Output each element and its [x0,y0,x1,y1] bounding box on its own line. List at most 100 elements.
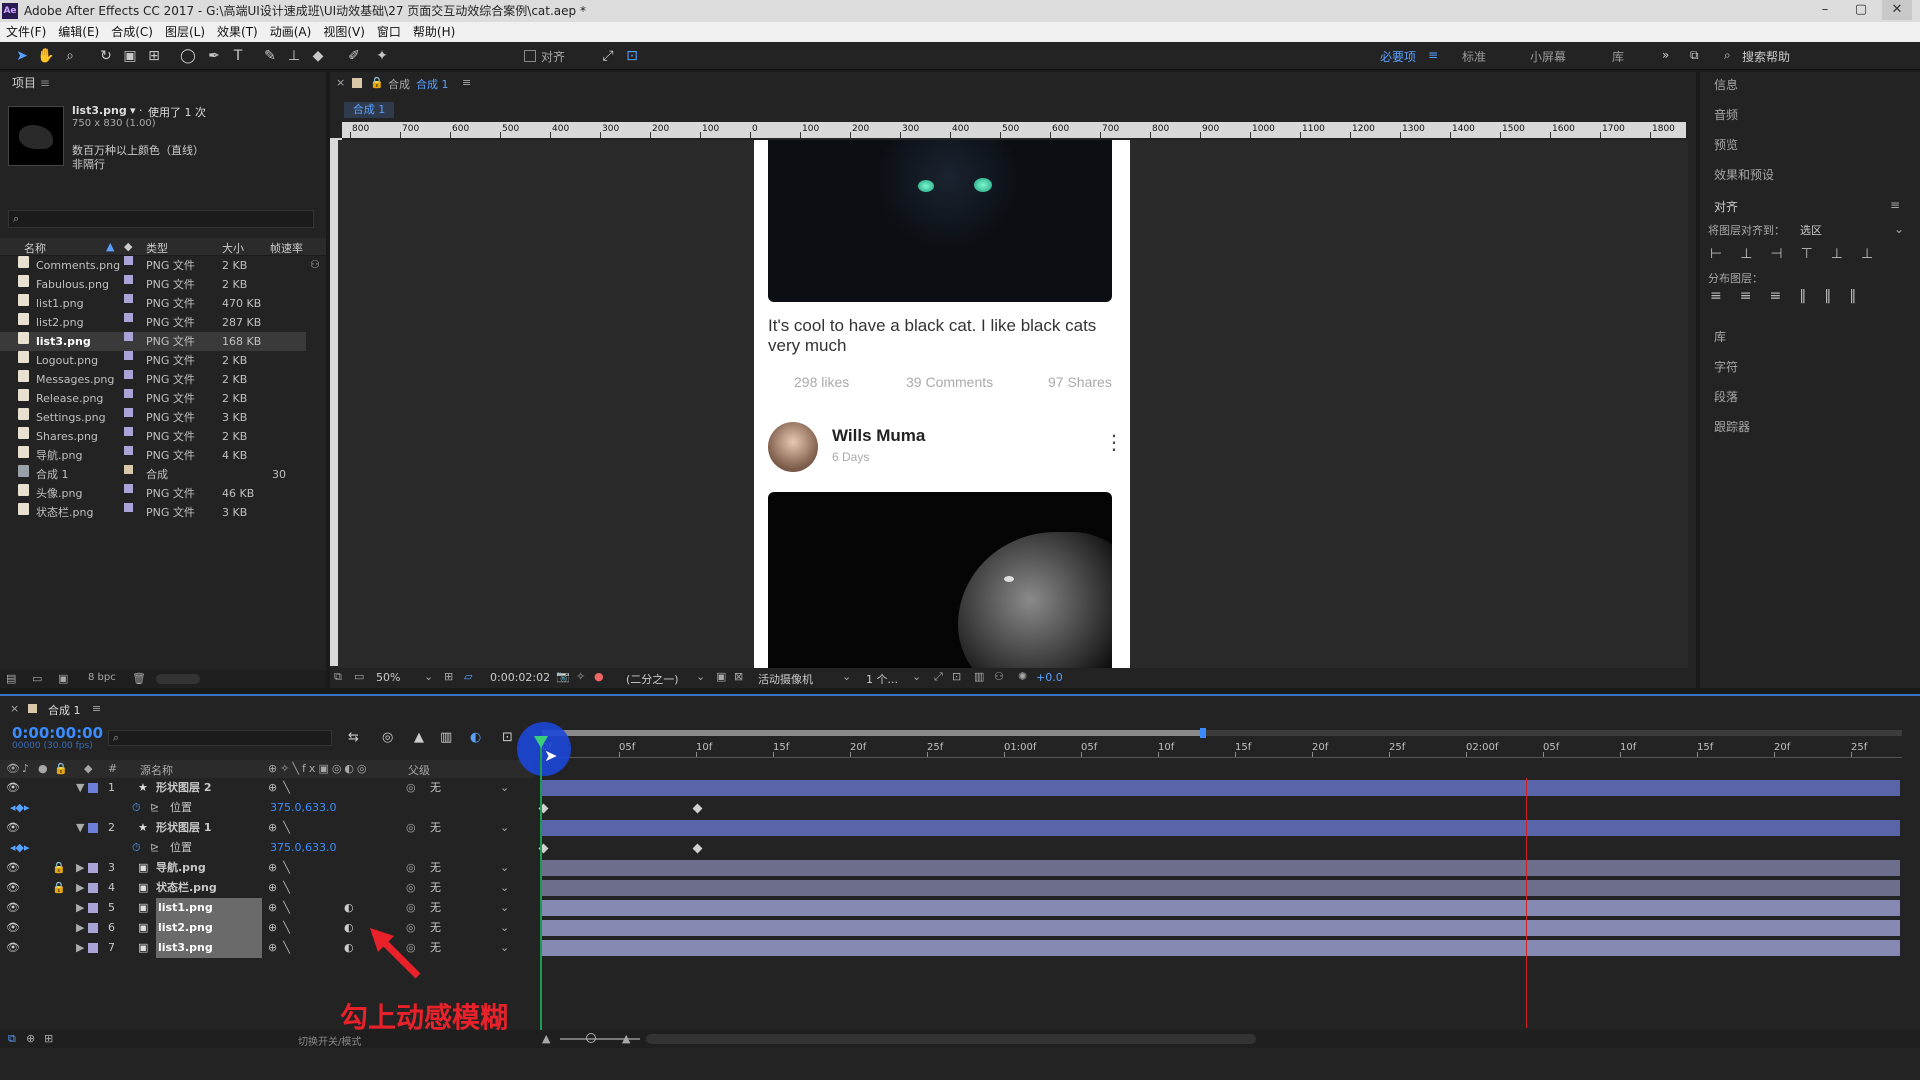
snapshot-icon[interactable]: 📷 [556,670,570,683]
align-to-dropdown-icon[interactable]: ⌄ [1894,222,1904,236]
puppet-tool-icon[interactable]: ✦ [372,46,392,66]
channels-icon[interactable]: ● [594,670,604,683]
likes-count[interactable]: 298 likes [794,374,849,390]
keyframe[interactable] [692,843,703,854]
label-swatch[interactable] [124,465,133,474]
camera-tool-icon[interactable]: ▣ [120,46,140,66]
lock-column-icon[interactable]: 🔒 [54,762,68,775]
timeline-scrollbar[interactable] [646,1034,1256,1044]
more-options-icon[interactable]: ⋮ [1104,430,1124,454]
comments-count[interactable]: 39 Comments [906,374,993,390]
fast-previews-icon[interactable]: ⊡ [952,670,961,683]
new-comp-icon[interactable]: ▣ [58,672,68,685]
comp-close-icon[interactable]: × [336,76,345,89]
minimize-button[interactable]: – [1810,0,1840,20]
col-type[interactable]: 类型 [146,240,168,256]
effects-presets-panel-tab[interactable]: 效果和预设 [1714,166,1774,183]
zoom-tool-icon[interactable]: ⌕ [60,46,80,66]
always-preview-icon[interactable]: ⧉ [334,670,342,684]
zoom-dropdown-icon[interactable]: ⌄ [424,670,433,683]
toggle-switches-modes[interactable]: 切换开关/模式 [298,1033,361,1048]
label-swatch[interactable] [124,446,133,455]
project-item[interactable]: Fabulous.png PNG 文件 2 KB [0,275,306,294]
workspace-small-screen[interactable]: 小屏幕 [1530,48,1566,65]
zoom-select[interactable]: 50% [376,671,400,684]
hand-tool-icon[interactable]: ✋ [36,46,56,66]
menu-edit[interactable]: 编辑(E) [52,22,105,42]
project-item[interactable]: 导航.png PNG 文件 4 KB [0,446,306,465]
composition-mini-flowchart-icon[interactable]: ⇆ [348,730,359,745]
project-item[interactable]: list1.png PNG 文件 470 KB [0,294,306,313]
preview-panel-tab[interactable]: 预览 [1714,136,1738,153]
ellipse-tool-icon[interactable]: ◯ [178,46,198,66]
thumbnail-slider[interactable] [156,674,200,684]
author-avatar[interactable] [768,422,818,472]
label-swatch[interactable] [124,351,133,360]
project-item[interactable]: 合成 1 合成 30 [0,465,306,484]
new-folder-icon[interactable]: ▭ [32,672,42,685]
lock-icon[interactable]: 🔒 [370,76,384,89]
resolution-dropdown-icon[interactable]: ⌄ [696,670,705,683]
info-panel-tab[interactable]: 信息 [1714,76,1738,93]
project-search-input[interactable]: ⌕ [8,210,314,228]
roi-icon[interactable]: ▣ [716,670,726,683]
align-checkbox[interactable] [524,50,536,62]
label-swatch[interactable] [124,256,133,265]
tracker-panel-tab[interactable]: 跟踪器 [1714,418,1750,435]
snap-icon[interactable]: ⤢ [598,46,618,66]
project-item[interactable]: Messages.png PNG 文件 2 KB [0,370,306,389]
layer-duration-bar[interactable] [542,940,1900,956]
work-area-end-handle[interactable] [1200,728,1206,738]
col-name[interactable]: 名称 [24,240,46,256]
workspace-essentials[interactable]: 必要项 [1380,48,1416,65]
graph-editor-icon[interactable]: ⊡ [502,730,513,745]
workspace-libraries[interactable]: 库 [1612,48,1624,65]
current-time-indicator[interactable] [540,740,542,1030]
col-fps[interactable]: 帧速率 [270,240,303,256]
show-snapshot-icon[interactable]: ✧ [576,670,585,683]
shy-layers-icon[interactable]: ▲ [414,730,424,745]
selection-tool-icon[interactable]: ➤ [12,46,32,66]
menu-composition[interactable]: 合成(C) [105,22,159,42]
menu-layer[interactable]: 图层(L) [159,22,211,42]
dropdown-arrow-icon[interactable]: ▾ · [130,104,143,117]
workspace-standard[interactable]: 标准 [1462,48,1486,65]
label-swatch[interactable] [124,275,133,284]
close-button[interactable]: ✕ [1882,0,1912,20]
project-item[interactable]: Settings.png PNG 文件 3 KB [0,408,306,427]
layer-duration-bar[interactable] [542,860,1900,876]
comp-panel-menu-icon[interactable]: ≡ [462,76,471,89]
transparency-grid-icon[interactable]: ⊠ [734,670,743,683]
layer-duration-bar[interactable] [542,880,1900,896]
views-dropdown-icon[interactable]: ⌄ [912,670,921,683]
clone-stamp-tool-icon[interactable]: ⊥ [284,46,304,66]
label-column-icon[interactable]: ◆ [84,762,92,775]
label-swatch[interactable] [124,484,133,493]
reset-exposure-icon[interactable]: ✺ [1018,670,1027,683]
paragraph-panel-tab[interactable]: 段落 [1714,388,1738,405]
source-name-col[interactable]: 源名称 [140,762,173,778]
label-swatch[interactable] [124,313,133,322]
frame-blending-icon[interactable]: ▥ [440,730,452,745]
timeline-timecode[interactable]: 0:00:00:00 [12,724,103,742]
audio-panel-tab[interactable]: 音频 [1714,106,1738,123]
col-size[interactable]: 大小 [222,240,244,256]
draft-3d-icon[interactable]: ◎ [382,730,393,745]
timeline-search-input[interactable]: ⌕ [108,730,332,746]
audio-column-icon[interactable]: ♪ [22,762,29,775]
layer-duration-bar[interactable] [542,920,1900,936]
pen-tool-icon[interactable]: ✒ [204,46,224,66]
project-item[interactable]: list2.png PNG 文件 287 KB [0,313,306,332]
distribute-buttons-row[interactable]: ≡≡≡‖‖‖ [1710,288,1874,304]
mask-visibility-icon[interactable]: ▱ [464,670,472,683]
menu-help[interactable]: 帮助(H) [407,22,461,42]
views-select[interactable]: 1 个... [866,671,898,687]
timeline-icon[interactable]: ▥ [974,670,984,683]
label-column-icon[interactable]: ◆ [124,240,132,253]
safe-zones-icon[interactable]: ⊞ [444,670,453,683]
bit-depth-button[interactable]: 8 bpc [88,672,116,683]
align-panel-menu-icon[interactable]: ≡ [1890,198,1900,212]
keyframe[interactable] [692,803,703,814]
menu-view[interactable]: 视图(V) [317,22,371,42]
maximize-button[interactable]: ▢ [1846,0,1876,20]
